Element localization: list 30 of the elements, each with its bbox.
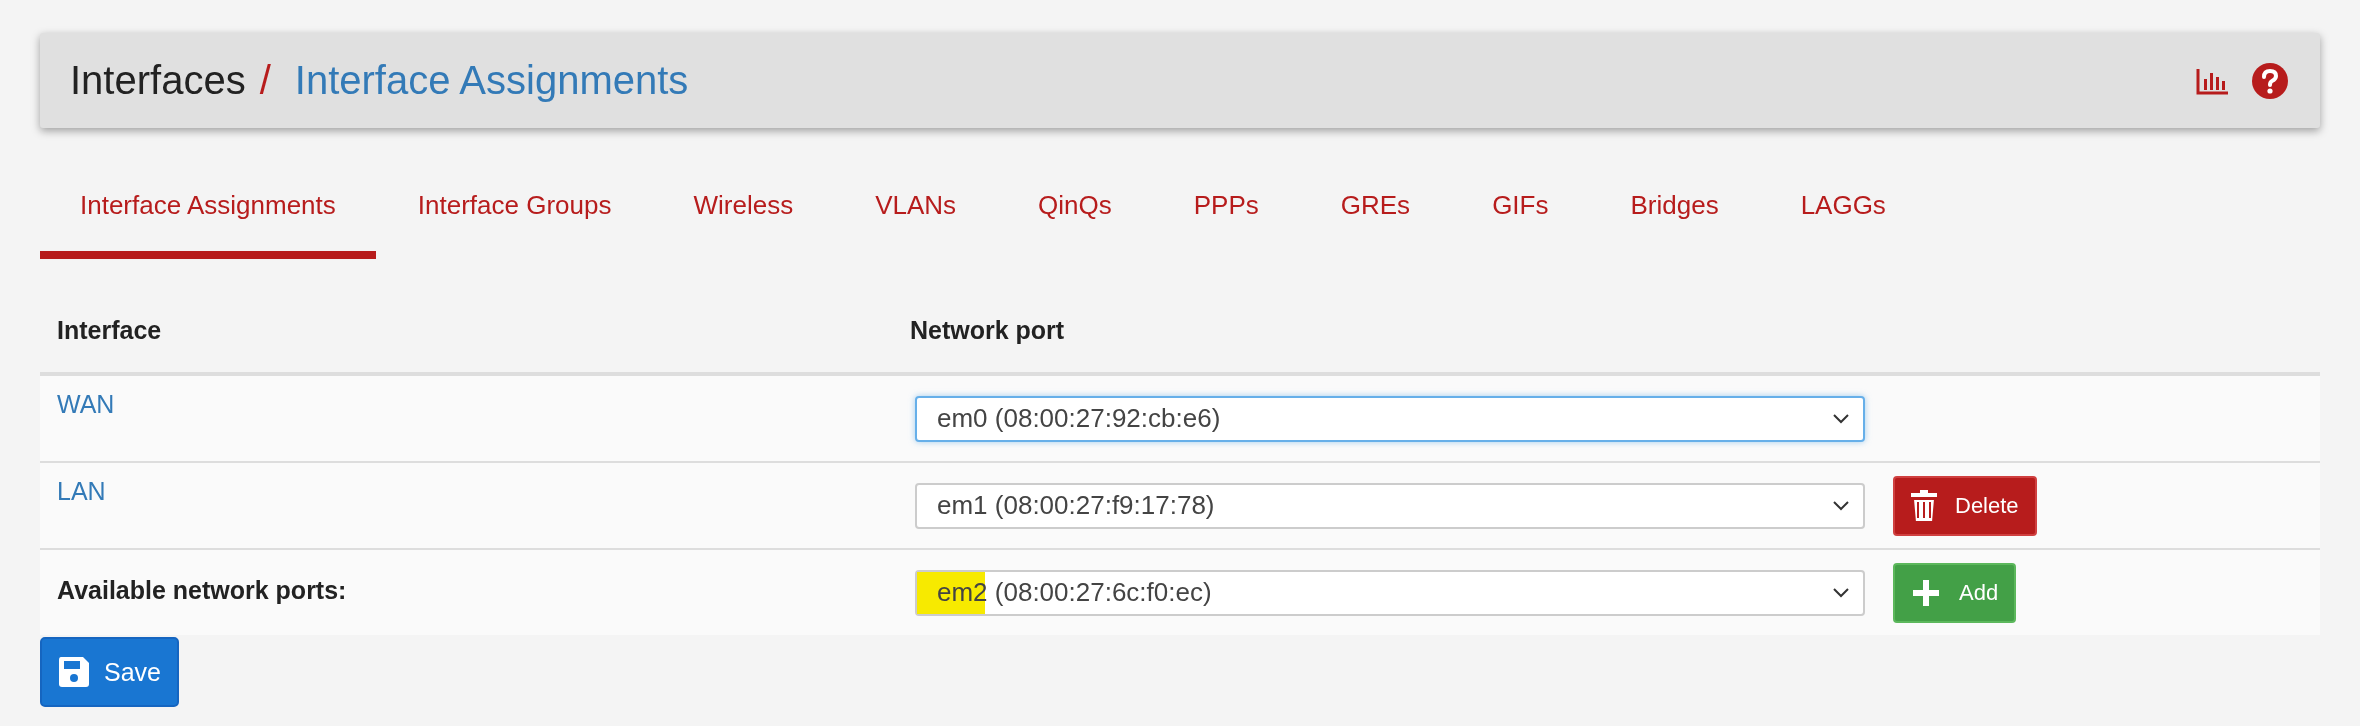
breadcrumb-separator: / (259, 58, 271, 103)
add-button[interactable]: Add (1893, 562, 2017, 623)
row-label: Available network ports: (57, 575, 348, 605)
column-header: Network port (910, 316, 1065, 345)
bar-chart-icon[interactable] (2196, 66, 2230, 95)
plus-icon (1911, 577, 1941, 608)
trash-icon (1911, 489, 1937, 522)
tab[interactable]: Interface Groups (377, 168, 652, 259)
tab[interactable]: LAGGs (1760, 168, 1926, 259)
interface-link[interactable]: LAN (57, 477, 106, 505)
port-select[interactable]: em0 (08:00:27:92:cb:e6) (915, 395, 1865, 442)
tab[interactable]: VLANs (835, 168, 997, 259)
breadcrumb-section[interactable]: Interfaces (70, 58, 246, 103)
tab[interactable]: GREs (1300, 168, 1451, 259)
chevron-down-icon (1833, 413, 1849, 424)
save-button[interactable]: Save (40, 637, 179, 707)
page-title[interactable]: Interface Assignments (294, 58, 689, 103)
port-select[interactable]: em1 (08:00:27:f9:17:78) (915, 482, 1865, 529)
tab[interactable]: GIFs (1452, 168, 1589, 259)
help-icon[interactable] (2252, 62, 2288, 99)
tab[interactable]: Wireless (653, 168, 834, 259)
tab[interactable]: Interface Assignments (40, 168, 376, 259)
delete-button[interactable]: Delete (1893, 475, 2037, 536)
tab[interactable]: QinQs (998, 168, 1152, 259)
tab[interactable]: Bridges (1590, 168, 1759, 259)
tab[interactable]: PPPs (1153, 168, 1299, 259)
chevron-down-icon (1833, 587, 1849, 598)
chevron-down-icon (1833, 500, 1849, 511)
interface-link[interactable]: WAN (57, 390, 115, 418)
column-header: Interface (57, 316, 162, 344)
